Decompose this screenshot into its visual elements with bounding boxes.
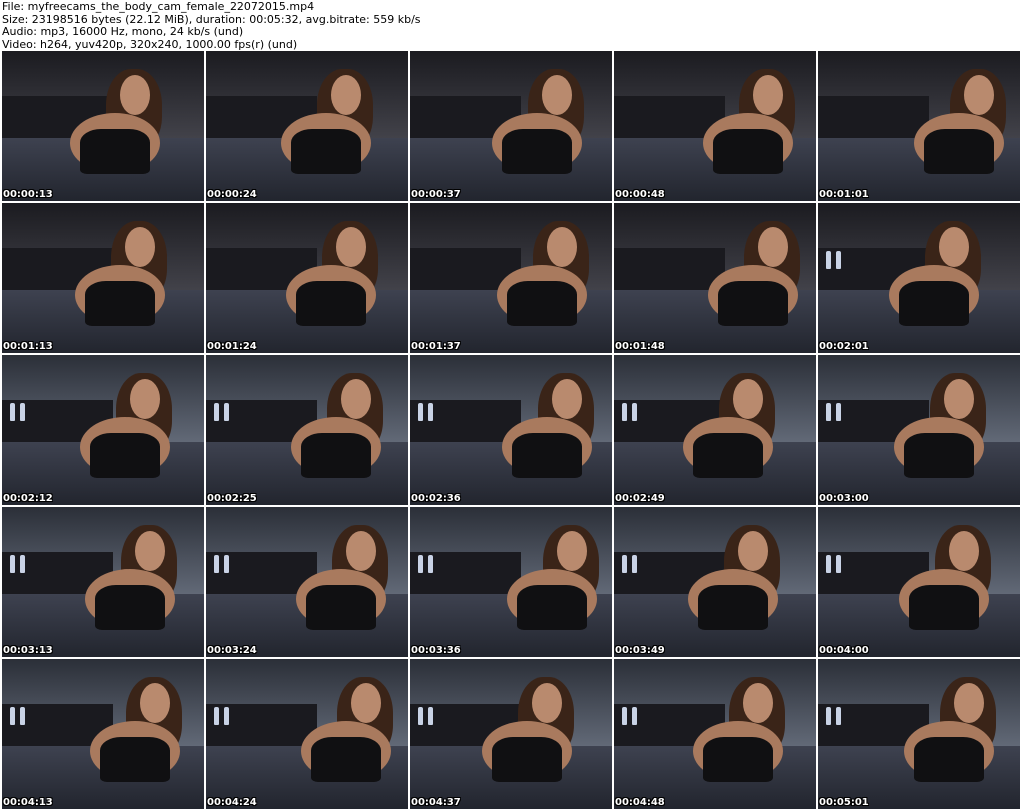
timestamp-label: 00:04:00: [819, 645, 869, 656]
timestamp-label: 00:02:36: [411, 493, 461, 504]
video-thumbnail: 00:03:00: [818, 355, 1020, 505]
video-thumbnail: 00:01:13: [2, 203, 204, 353]
video-thumbnail: 00:04:37: [410, 659, 612, 809]
timestamp-label: 00:04:24: [207, 797, 257, 808]
timestamp-label: 00:04:48: [615, 797, 665, 808]
timestamp-label: 00:00:13: [3, 189, 53, 200]
video-thumbnail: 00:04:13: [2, 659, 204, 809]
timestamp-label: 00:01:13: [3, 341, 53, 352]
timestamp-label: 00:02:12: [3, 493, 53, 504]
timestamp-label: 00:01:37: [411, 341, 461, 352]
timestamp-label: 00:00:24: [207, 189, 257, 200]
video-thumbnail: 00:05:01: [818, 659, 1020, 809]
timestamp-label: 00:03:00: [819, 493, 869, 504]
timestamp-label: 00:01:24: [207, 341, 257, 352]
video-info-line: Video: h264, yuv420p, 320x240, 1000.00 f…: [2, 37, 298, 51]
timestamp-label: 00:05:01: [819, 797, 869, 808]
video-thumbnail: 00:02:01: [818, 203, 1020, 353]
timestamp-label: 00:02:49: [615, 493, 665, 504]
video-thumbnail: 00:03:24: [206, 507, 408, 657]
thumbnail-grid: 00:00:13 00:00:24 00:00:37 00:00:48 00:01:01…: [2, 51, 1020, 809]
video-thumbnail: 00:02:12: [2, 355, 204, 505]
timestamp-label: 00:03:13: [3, 645, 53, 656]
timestamp-label: 00:00:48: [615, 189, 665, 200]
video-thumbnail: 00:04:24: [206, 659, 408, 809]
video-thumbnail: 00:00:24: [206, 51, 408, 201]
video-thumbnail: 00:01:37: [410, 203, 612, 353]
video-thumbnail: 00:00:37: [410, 51, 612, 201]
timestamp-label: 00:04:37: [411, 797, 461, 808]
video-thumbnail: 00:01:01: [818, 51, 1020, 201]
timestamp-label: 00:01:48: [615, 341, 665, 352]
video-thumbnail: 00:04:48: [614, 659, 816, 809]
timestamp-label: 00:03:24: [207, 645, 257, 656]
timestamp-label: 00:02:01: [819, 341, 869, 352]
file-info-header: File: myfreecams_the_body_cam_female_220…: [2, 0, 421, 51]
video-thumbnail: 00:03:49: [614, 507, 816, 657]
audio-info-line: Audio: mp3, 16000 Hz, mono, 24 kb/s (und…: [2, 25, 244, 39]
video-thumbnail: 00:04:00: [818, 507, 1020, 657]
video-thumbnail: 00:01:48: [614, 203, 816, 353]
video-thumbnail: 00:03:36: [410, 507, 612, 657]
timestamp-label: 00:03:36: [411, 645, 461, 656]
video-thumbnail: 00:01:24: [206, 203, 408, 353]
file-name-line: File: myfreecams_the_body_cam_female_220…: [2, 0, 315, 13]
timestamp-label: 00:02:25: [207, 493, 257, 504]
video-thumbnail: 00:02:25: [206, 355, 408, 505]
timestamp-label: 00:04:13: [3, 797, 53, 808]
timestamp-label: 00:01:01: [819, 189, 869, 200]
timestamp-label: 00:03:49: [615, 645, 665, 656]
video-thumbnail: 00:02:36: [410, 355, 612, 505]
video-thumbnail: 00:03:13: [2, 507, 204, 657]
timestamp-label: 00:00:37: [411, 189, 461, 200]
video-thumbnail: 00:00:48: [614, 51, 816, 201]
video-thumbnail: 00:02:49: [614, 355, 816, 505]
video-thumbnail: 00:00:13: [2, 51, 204, 201]
